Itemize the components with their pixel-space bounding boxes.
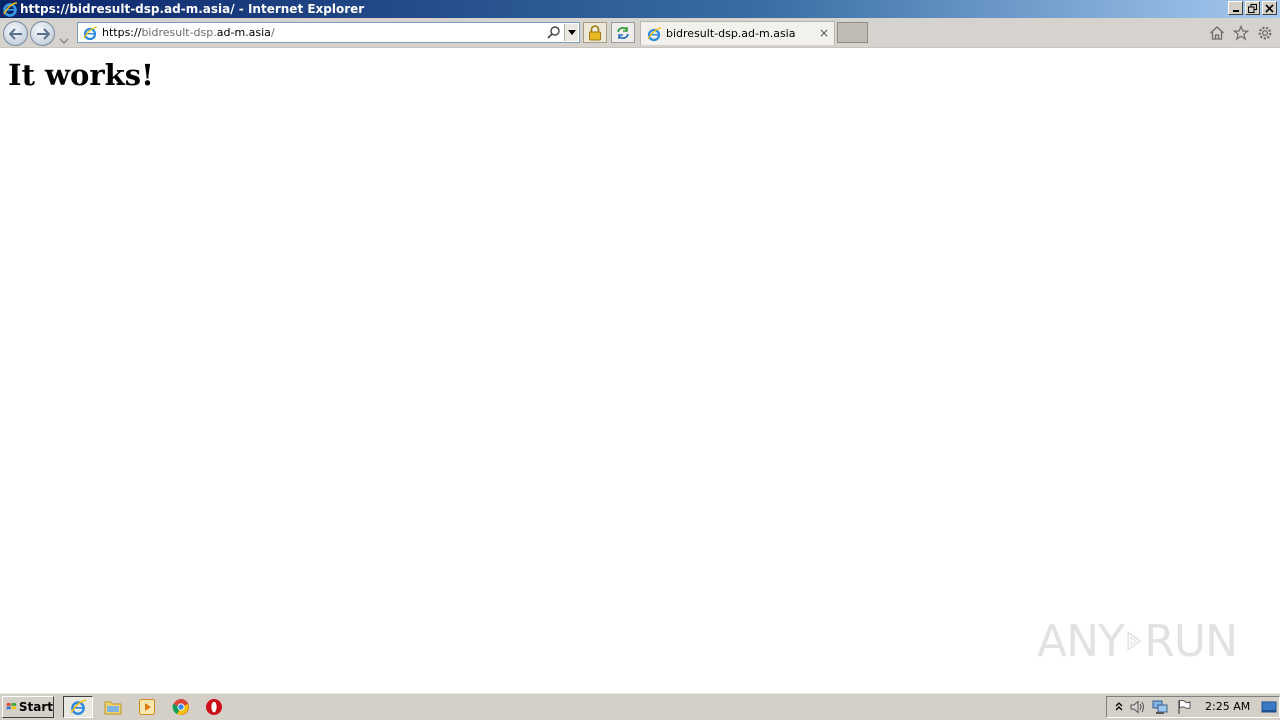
back-button[interactable] xyxy=(3,21,28,46)
chrome-icon xyxy=(172,699,189,715)
taskbar-chrome[interactable] xyxy=(170,697,192,717)
url-path: / xyxy=(270,26,275,39)
favorites-button[interactable] xyxy=(1232,24,1250,42)
url-subdomain: bidresult-dsp. xyxy=(141,26,217,39)
lock-icon xyxy=(589,24,601,40)
search-icon[interactable] xyxy=(547,25,561,39)
action-center-flag-icon xyxy=(1178,699,1191,714)
taskbar: Start 2:25 AM xyxy=(0,692,1280,720)
back-icon xyxy=(8,27,22,40)
media-player-icon xyxy=(139,699,155,715)
start-button[interactable]: Start xyxy=(2,696,54,718)
windows-logo-icon xyxy=(6,702,17,710)
security-lock-button[interactable] xyxy=(583,22,607,43)
url-scheme: https:// xyxy=(102,26,142,39)
taskbar-explorer[interactable] xyxy=(102,697,124,717)
taskbar-internet-explorer[interactable] xyxy=(63,696,93,718)
watermark-play-icon xyxy=(1127,631,1142,651)
page-ie-icon xyxy=(83,25,98,40)
chevron-up-icon xyxy=(1115,702,1123,711)
minimize-icon xyxy=(1232,10,1239,12)
folder-icon xyxy=(104,701,122,715)
forward-button[interactable] xyxy=(30,21,55,46)
network-button[interactable] xyxy=(1152,699,1168,715)
internet-explorer-icon xyxy=(3,2,18,17)
compatibility-refresh-button[interactable] xyxy=(611,22,635,43)
url-domain: ad-m.asia xyxy=(216,26,271,39)
history-dropdown-button[interactable] xyxy=(59,29,69,44)
taskbar-clock[interactable]: 2:25 AM xyxy=(1205,700,1250,713)
show-desktop-button[interactable] xyxy=(1261,699,1277,715)
taskbar-opera[interactable] xyxy=(203,697,225,717)
restore-button[interactable] xyxy=(1245,1,1260,15)
home-icon xyxy=(1210,26,1224,40)
anyrun-watermark: ANY RUN xyxy=(1037,611,1238,671)
navigation-bar: https://bidresult-dsp.ad-m.asia/ bidresu… xyxy=(0,18,1280,48)
restore-icon xyxy=(1248,3,1257,13)
start-label: Start xyxy=(18,700,53,714)
window-title-bar: https://bidresult-dsp.ad-m.asia/ - Inter… xyxy=(0,0,1280,18)
close-button[interactable] xyxy=(1262,1,1277,15)
new-tab-button[interactable] xyxy=(837,22,868,43)
show-hidden-icons-button[interactable] xyxy=(1111,699,1127,715)
tab-ie-icon xyxy=(647,26,662,41)
chevron-down-icon xyxy=(567,30,576,35)
tab-title: bidresult-dsp.ad-m.asia xyxy=(666,27,796,40)
gear-icon xyxy=(1258,26,1272,40)
page-content: It works! ANY RUN xyxy=(0,49,1280,692)
browser-tab[interactable]: bidresult-dsp.ad-m.asia × xyxy=(640,21,835,45)
tools-button[interactable] xyxy=(1256,24,1274,42)
show-desktop-icon xyxy=(1261,701,1277,713)
internet-explorer-icon xyxy=(70,699,87,715)
tab-close-button[interactable]: × xyxy=(818,26,830,40)
page-heading: It works! xyxy=(8,58,154,92)
home-button[interactable] xyxy=(1208,24,1226,42)
watermark-right-text: RUN xyxy=(1144,615,1238,667)
address-url: https://bidresult-dsp.ad-m.asia/ xyxy=(102,26,275,39)
minimize-button[interactable] xyxy=(1228,1,1243,15)
compat-refresh-icon xyxy=(617,26,629,39)
network-icon xyxy=(1152,700,1168,714)
address-dropdown-button[interactable] xyxy=(564,24,578,41)
taskbar-media-player[interactable] xyxy=(136,697,158,717)
volume-icon xyxy=(1130,700,1144,714)
forward-icon xyxy=(36,27,50,40)
volume-button[interactable] xyxy=(1129,699,1145,715)
opera-icon xyxy=(206,699,222,715)
address-bar[interactable]: https://bidresult-dsp.ad-m.asia/ xyxy=(77,22,580,43)
favorites-star-icon xyxy=(1233,25,1249,41)
action-center-button[interactable] xyxy=(1176,699,1192,715)
chevron-down-icon xyxy=(59,38,69,44)
window-title: https://bidresult-dsp.ad-m.asia/ - Inter… xyxy=(20,2,365,16)
system-tray: 2:25 AM xyxy=(1106,696,1280,718)
watermark-left-text: ANY xyxy=(1037,615,1125,667)
close-icon xyxy=(1265,3,1274,13)
